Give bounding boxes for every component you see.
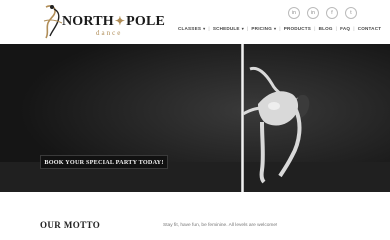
nav-item-classes[interactable]: CLASSES ▾ bbox=[178, 26, 205, 31]
motto-text: Stay fit, have fun, be feminine. All lev… bbox=[163, 223, 278, 228]
nav-separator: | bbox=[246, 26, 249, 31]
chevron-down-icon: ▾ bbox=[241, 26, 244, 31]
hero-banner: BOOK YOUR SPECIAL PARTY TODAY! bbox=[0, 44, 390, 192]
facebook-icon[interactable]: f bbox=[326, 7, 338, 19]
nav-item-contact[interactable]: CONTACT bbox=[358, 26, 382, 31]
brand-logo[interactable]: NORTH✦POLE dance bbox=[40, 3, 165, 41]
nav-separator: | bbox=[279, 26, 281, 31]
nav-item-faq[interactable]: FAQ bbox=[340, 26, 350, 31]
star-icon: ✦ bbox=[114, 14, 126, 28]
site-header: NORTH✦POLE dance in in f t CLASSES ▾ | SC… bbox=[0, 0, 390, 44]
brand-name: NORTH✦POLE bbox=[62, 14, 166, 29]
chevron-down-icon: ▾ bbox=[273, 26, 277, 31]
nav-item-blog[interactable]: BLOG bbox=[319, 26, 333, 31]
nav-separator: | bbox=[353, 26, 355, 31]
instagram-icon[interactable]: in bbox=[288, 7, 300, 19]
chevron-down-icon: ▾ bbox=[203, 26, 206, 31]
hero-photo bbox=[0, 44, 390, 192]
main-nav: CLASSES ▾ | SCHEDULE ▾ | PRICING ▾ | PRODUC… bbox=[178, 26, 381, 31]
nav-item-schedule[interactable]: SCHEDULE ▾ bbox=[213, 26, 244, 31]
nav-separator: | bbox=[335, 26, 338, 31]
nav-separator: | bbox=[314, 26, 316, 31]
nav-item-products[interactable]: PRODUCTS bbox=[284, 26, 311, 31]
social-links: in in f t bbox=[288, 7, 357, 19]
book-party-button[interactable]: BOOK YOUR SPECIAL PARTY TODAY! bbox=[40, 155, 168, 169]
linkedin-icon[interactable]: in bbox=[307, 7, 319, 19]
motto-title: OUR MOTTO bbox=[40, 220, 101, 230]
brand-subtitle: dance bbox=[96, 29, 123, 37]
nav-item-pricing[interactable]: PRICING ▾ bbox=[251, 26, 276, 31]
twitter-icon[interactable]: t bbox=[345, 7, 357, 19]
nav-separator: | bbox=[208, 26, 210, 31]
motto-section: OUR MOTTO Stay fit, have fun, be feminin… bbox=[0, 192, 390, 240]
